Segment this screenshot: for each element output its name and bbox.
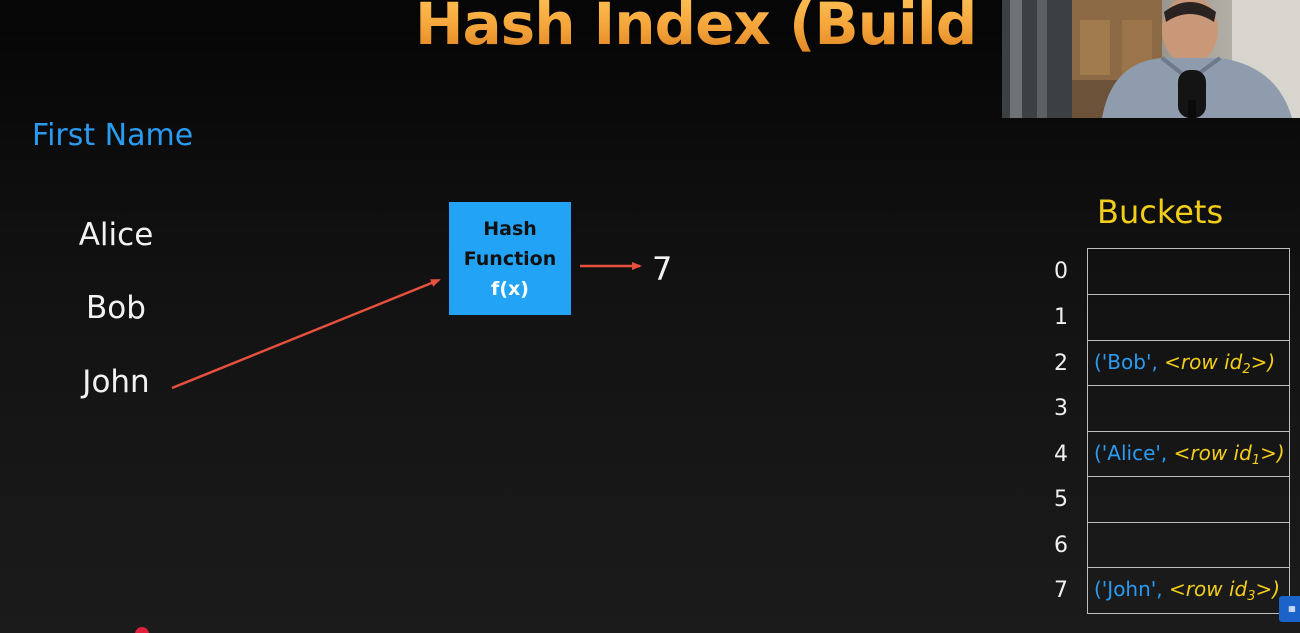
bucket-entry-bob: ('Bob', <row id2>) [1094,350,1275,377]
bucket-index: 4 [1054,441,1068,467]
bucket-entry-alice: ('Alice', <row id1>) [1094,441,1285,468]
bucket-index: 5 [1054,487,1068,512]
arrow-john-to-hash [171,278,441,390]
bucket-key: ('Alice', [1094,440,1168,465]
bucket-index: 3 [1054,396,1068,421]
bucket-close: >) [1250,349,1276,374]
bucket-row-7: 7 ('John', <row id3>) [1054,568,1290,614]
slide: Hash Index (Build) First Name Alice Bob … [0,0,1300,633]
bucket-index: 2 [1054,350,1068,376]
bucket-index: 0 [1054,259,1068,284]
bucket-row-5: 5 [1054,477,1290,523]
bucket-close: >) [1255,577,1281,601]
bucket-index: 1 [1054,305,1068,330]
bucket-close: >) [1260,440,1285,465]
bucket-row-4: 4 ('Alice', <row id1>) [1054,431,1290,477]
buckets-title: Buckets [1097,193,1224,231]
bucket-row-id: <row id [1169,577,1248,601]
bucket-key: ('John', [1094,577,1163,601]
bucket-row-id: <row id [1164,349,1243,374]
hash-result-value: 7 [652,250,673,288]
bucket-entry-john: ('John', <row id3>) [1094,577,1280,604]
bucket-row-6: 6 [1054,522,1290,568]
bucket-row-2: 2 ('Bob', <row id2>) [1054,340,1290,386]
bucket-index: 6 [1054,532,1068,558]
bucket-row-0: 0 [1054,248,1290,295]
bucket-row-3: 3 [1054,386,1290,432]
channel-badge-icon[interactable]: ▦ [1279,596,1300,622]
bucket-row-id: <row id [1173,440,1252,465]
bucket-table: 0 1 2 ('Bob', <row id2>) 3 4 ('Alice', <… [1054,248,1290,614]
bucket-row-1: 1 [1054,295,1290,341]
bucket-key: ('Bob', [1094,349,1158,374]
bucket-index: 7 [1054,578,1068,603]
bucket-row-id-sub: 2 [1242,361,1251,377]
bucket-row-id-sub: 1 [1251,452,1261,468]
